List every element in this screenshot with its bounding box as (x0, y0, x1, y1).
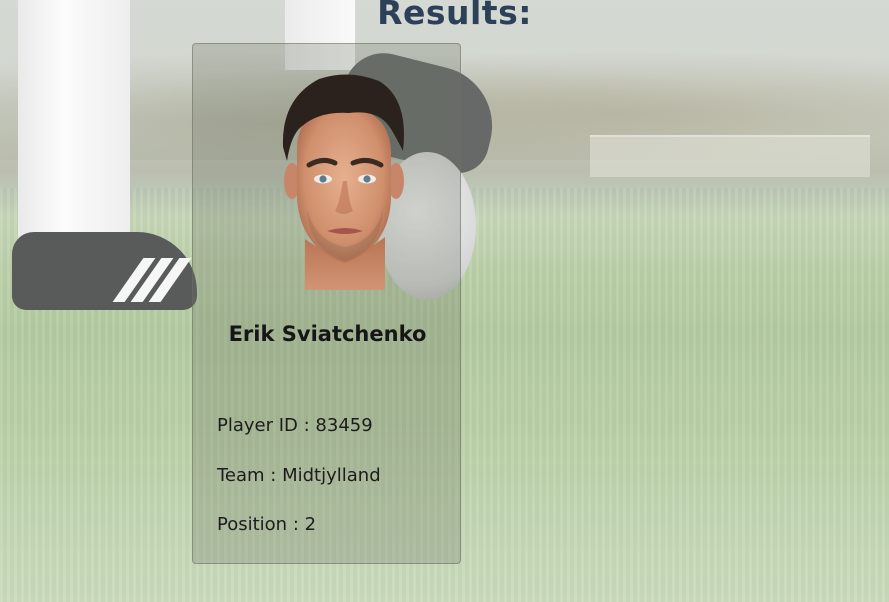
separator: : (287, 514, 305, 535)
position-row: Position : 2 (217, 514, 316, 535)
page-background: Results: Erik Sviatchenko Player ID: 83… (0, 0, 889, 602)
team-label: Team (217, 465, 265, 486)
separator: : (297, 415, 316, 436)
results-heading: Results: (377, 0, 532, 32)
player-photo (279, 69, 407, 290)
player-id-value: 83459 (315, 415, 373, 436)
position-label: Position (217, 514, 288, 535)
team-value: Midtjylland (282, 465, 381, 486)
player-card[interactable]: Erik Sviatchenko Player ID : 83459 Team … (192, 43, 461, 564)
player-id-label: Player ID (217, 415, 298, 436)
position-value: 2 (304, 514, 317, 535)
team-row: Team : Midtjylland (217, 465, 381, 486)
separator: : (264, 465, 283, 486)
player-portrait-image (282, 74, 404, 290)
player-id-row: Player ID : 83459 (217, 415, 373, 436)
player-name: Erik Sviatchenko (228, 322, 427, 346)
